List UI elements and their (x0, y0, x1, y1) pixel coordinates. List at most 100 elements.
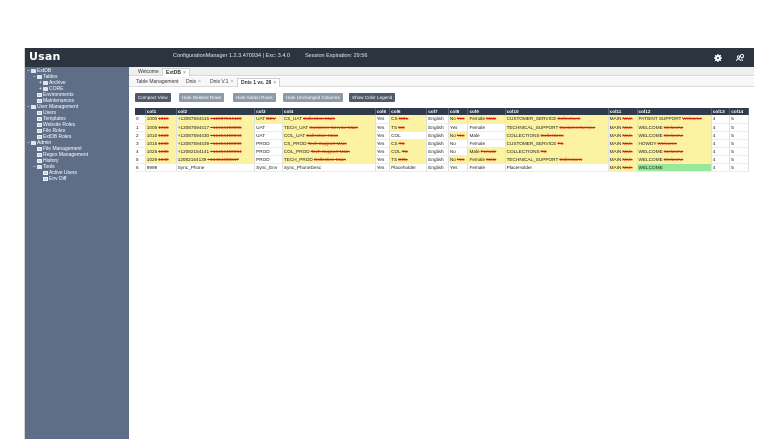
table-row[interactable]: 4 10251035 +12082154141+16464400934 PROD COL… (135, 147, 749, 156)
table-cell[interactable]: +12087594415+12087594420 (176, 115, 256, 124)
table-cell[interactable]: +12087594439+16464400909 (176, 139, 256, 148)
column-header[interactable]: col4 (282, 108, 376, 115)
table-cell[interactable]: 10251035 (145, 147, 177, 156)
table-cell[interactable]: WELCOMEWelcome (637, 123, 712, 132)
column-header[interactable]: col6 (389, 108, 428, 115)
table-cell[interactable]: Male (467, 131, 506, 140)
table-row[interactable]: 5 10291040 12082154139+16464400847 PROD TECH… (135, 155, 749, 164)
table-cell[interactable]: UAT (254, 123, 283, 132)
hide-added-rows-button[interactable]: Hide Added Rows (233, 93, 276, 102)
table-cell[interactable]: HOWDYWelcome (637, 139, 712, 148)
table-cell[interactable]: +12082154141+16464400934 (176, 147, 256, 156)
table-cell[interactable]: 5 (729, 123, 749, 132)
table-cell[interactable]: UATDEV (254, 115, 283, 124)
table-cell[interactable]: 5 (729, 139, 749, 148)
table-cell[interactable]: English (426, 163, 449, 172)
table-cell[interactable]: CS_PRODTech Support Main (282, 139, 376, 148)
table-cell[interactable]: 10001010 (145, 115, 177, 124)
table-cell[interactable]: CUSTOMER_SERVICETS (505, 139, 609, 148)
table-cell[interactable]: PROD (254, 155, 283, 164)
tab-dnis[interactable]: Dnis × (183, 78, 204, 87)
table-cell[interactable]: WELCOMEWelcome (637, 155, 712, 164)
tab-welcome[interactable]: Welcome (135, 68, 162, 76)
close-icon[interactable]: × (198, 79, 201, 85)
table-cell[interactable]: TSCOL (389, 155, 428, 164)
table-cell[interactable]: 5 (729, 115, 749, 124)
table-cell[interactable]: 12082154139+16464400847 (176, 155, 256, 164)
table-cell[interactable]: Yes (375, 155, 391, 164)
table-cell[interactable]: Sync_Env (254, 163, 283, 172)
table-cell[interactable]: 10051015 (145, 123, 177, 132)
table-cell[interactable]: +12087594417+16464400905 (176, 123, 256, 132)
table-cell[interactable]: TECH_PRODCollection Main (282, 155, 376, 164)
table-cell[interactable]: English (426, 115, 449, 124)
column-header[interactable] (135, 108, 146, 115)
table-cell[interactable]: English (426, 131, 449, 140)
table-cell[interactable]: 2 (135, 131, 146, 140)
table-cell[interactable]: 4 (711, 155, 731, 164)
table-cell[interactable]: 5 (729, 147, 749, 156)
table-cell[interactable]: COLTS (389, 147, 428, 156)
table-cell[interactable]: MaleFemale (467, 147, 506, 156)
column-header[interactable]: col12 (637, 108, 712, 115)
table-cell[interactable]: 10291040 (145, 155, 177, 164)
table-cell[interactable]: COLLECTIONSCollections (505, 131, 609, 140)
table-cell[interactable]: Yes (375, 115, 391, 124)
table-cell[interactable]: 3 (135, 139, 146, 148)
table-cell[interactable]: CSTS (389, 139, 428, 148)
table-cell[interactable]: 4 (711, 115, 731, 124)
table-cell[interactable]: 10101020 (145, 131, 177, 140)
table-cell[interactable]: No (448, 139, 469, 148)
sidebar-item-env-diff[interactable]: Env Diff (25, 176, 129, 182)
column-header[interactable]: col7 (426, 108, 449, 115)
table-cell[interactable]: Yes (375, 147, 391, 156)
table-cell[interactable]: English (426, 139, 449, 148)
table-cell[interactable]: MAINMain (608, 131, 638, 140)
close-icon[interactable]: × (273, 80, 276, 86)
table-cell[interactable]: FemaleMale (467, 115, 506, 124)
table-cell[interactable]: MAINMain (608, 123, 638, 132)
column-header[interactable]: col10 (505, 108, 609, 115)
table-cell[interactable]: CSCOL (389, 115, 428, 124)
user-key-icon[interactable] (733, 51, 747, 64)
column-header[interactable]: col2 (176, 108, 256, 115)
table-cell[interactable]: 6 (135, 163, 146, 172)
table-cell[interactable]: WELCOME (637, 163, 712, 172)
table-cell[interactable]: Yes (375, 131, 391, 140)
table-cell[interactable]: Female (467, 163, 506, 172)
table-cell[interactable]: Yes (375, 163, 391, 172)
gear-icon[interactable] (711, 51, 725, 64)
table-cell[interactable]: 4 (711, 147, 731, 156)
table-cell[interactable]: COL (389, 131, 428, 140)
table-cell[interactable]: Yes (448, 163, 469, 172)
column-header[interactable]: col11 (608, 108, 638, 115)
table-row[interactable]: 3 10151030 +12087594439+16464400909 PROD CS_… (135, 139, 749, 148)
column-header[interactable]: col14 (729, 108, 749, 115)
close-icon[interactable]: × (183, 70, 186, 76)
table-cell[interactable]: 1 (135, 123, 146, 132)
table-cell[interactable]: TECH_UATCustomer Service Main (282, 123, 376, 132)
table-cell[interactable]: 4 (711, 131, 731, 140)
table-cell[interactable]: MAINMain (608, 139, 638, 148)
table-row[interactable]: 6 9999 Sync_Phone Sync_Env Sync_PhoneDesc Yes… (135, 163, 749, 172)
table-cell[interactable]: Yes (375, 139, 391, 148)
table-cell[interactable]: NoYes (448, 155, 469, 164)
table-cell[interactable]: COLLECTIONSTS (505, 147, 609, 156)
column-header[interactable]: col3 (254, 108, 283, 115)
table-cell[interactable]: TECHNICAL_SUPPORTCustomerService (505, 123, 609, 132)
tab-dnis-compare[interactable]: Dnis 1 vs. 28 × (237, 78, 281, 87)
table-cell[interactable]: COL_PRODTech Support Main (282, 147, 376, 156)
table-cell[interactable]: 4 (711, 139, 731, 148)
table-cell[interactable]: No (448, 147, 469, 156)
table-cell[interactable]: 5 (729, 163, 749, 172)
table-cell[interactable]: PlaceHolder (505, 163, 609, 172)
tab-extdb[interactable]: ExtDB × (162, 68, 190, 76)
column-header[interactable]: col5 (375, 108, 391, 115)
table-cell[interactable]: CUSTOMER_SERVICECollections (505, 115, 609, 124)
column-header[interactable]: col13 (711, 108, 731, 115)
table-cell[interactable]: PROD (254, 147, 283, 156)
table-cell[interactable]: Female (467, 123, 506, 132)
table-cell[interactable]: NoYes (448, 115, 469, 124)
table-cell[interactable]: WELCOMEWelcome (637, 131, 712, 140)
tab-table-management[interactable]: Table Management (133, 78, 182, 87)
